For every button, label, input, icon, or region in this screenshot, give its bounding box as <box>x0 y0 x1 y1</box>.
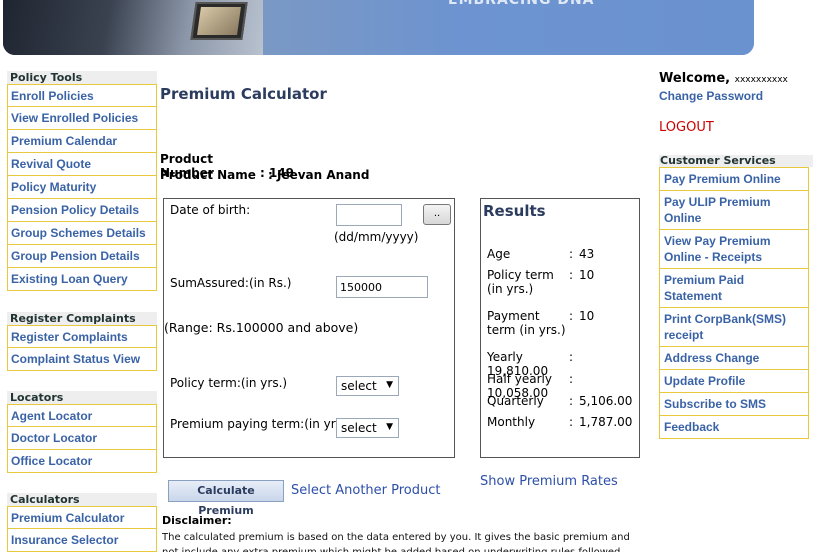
results-title: Results <box>483 202 546 220</box>
nav-item-view-enrolled[interactable]: View Enrolled Policies <box>7 107 157 130</box>
nav-item-subscribe-sms[interactable]: Subscribe to SMS <box>659 393 809 416</box>
nav-item-register-complaints[interactable]: Register Complaints <box>7 325 157 348</box>
nav-heading: Register Complaints <box>7 312 157 325</box>
nav-heading: Calculators <box>7 493 157 506</box>
nav-item-office-locator[interactable]: Office Locator <box>7 450 157 473</box>
result-row-age: Age:43 <box>487 247 595 261</box>
nav-item-pension-policy[interactable]: Pension Policy Details <box>7 199 157 222</box>
logout-link[interactable]: LOGOUT <box>659 120 714 135</box>
select-another-product-link[interactable]: Select Another Product <box>291 483 441 498</box>
sum-assured-input[interactable] <box>336 276 428 298</box>
policy-term-value: select <box>341 379 377 393</box>
premium-term-select[interactable]: select ▼ <box>336 418 399 438</box>
premium-term-label: Premium paying term:(in yrs.) <box>170 417 351 431</box>
policy-term-select[interactable]: select ▼ <box>336 376 399 396</box>
nav-item-view-pay-receipts[interactable]: View Pay Premium Online - Receipts <box>659 230 809 269</box>
nav-item-print-corpbank-receipt[interactable]: Print CorpBank(SMS) receipt <box>659 308 809 347</box>
nav-item-premium-calendar[interactable]: Premium Calendar <box>7 130 157 153</box>
product-name-value: : Jeevan Anand <box>268 168 370 182</box>
banner-band <box>263 0 754 55</box>
dob-label: Date of birth: <box>170 203 251 217</box>
nav-item-address-change[interactable]: Address Change <box>659 347 809 370</box>
laptop-image <box>190 2 248 40</box>
result-row-monthly: Monthly:1,787.00 <box>487 415 633 429</box>
customer-services-nav: Customer Services Pay Premium Online Pay… <box>659 155 813 439</box>
username: xxxxxxxxxx <box>734 75 788 85</box>
nav-item-revival-quote[interactable]: Revival Quote <box>7 153 157 176</box>
nav-section-complaints: Register Complaints Register Complaints … <box>7 312 157 371</box>
product-name-label: Product Name <box>160 168 256 182</box>
sum-range-note: (Range: Rs.100000 and above) <box>164 320 359 335</box>
product-name-row: Product Name : Jeevan Anand <box>160 168 369 182</box>
premium-term-value: select <box>341 421 377 435</box>
nav-item-insurance-selector[interactable]: Insurance Selector <box>7 529 157 552</box>
results-panel: Results Age:43 Policy term (in yrs.): 10 … <box>480 198 640 458</box>
nav-section-calculators: Calculators Premium Calculator Insurance… <box>7 493 157 552</box>
change-password-link[interactable]: Change Password <box>659 89 763 103</box>
disclaimer-heading: Disclaimer: <box>162 514 232 527</box>
nav-item-policy-maturity[interactable]: Policy Maturity <box>7 176 157 199</box>
disclaimer-text: The calculated premium is based on the d… <box>162 532 630 552</box>
nav-section-policy-tools: Policy Tools Enroll Policies View Enroll… <box>7 71 157 291</box>
nav-item-agent-locator[interactable]: Agent Locator <box>7 404 157 427</box>
chevron-down-icon: ▼ <box>386 380 393 390</box>
nav-heading: Policy Tools <box>7 71 157 84</box>
dob-format-hint: (dd/mm/yyyy) <box>334 230 419 244</box>
nav-item-complaint-status[interactable]: Complaint Status View <box>7 348 157 371</box>
nav-heading: Customer Services <box>659 155 813 167</box>
nav-section-locators: Locators Agent Locator Doctor Locator Of… <box>7 391 157 473</box>
banner-tagline: EMBRACING DNA <box>448 0 595 8</box>
nav-item-doctor-locator[interactable]: Doctor Locator <box>7 427 157 450</box>
result-row-policy-term: Policy term (in yrs.): 10 <box>487 268 595 296</box>
nav-item-premium-calculator[interactable]: Premium Calculator <box>7 506 157 529</box>
chevron-down-icon: ▼ <box>386 422 393 432</box>
calculator-form: Date of birth: .. (dd/mm/yyyy) SumAssure… <box>163 198 455 458</box>
nav-item-update-profile[interactable]: Update Profile <box>659 370 809 393</box>
nav-item-premium-paid-statement[interactable]: Premium Paid Statement <box>659 269 809 308</box>
nav-item-group-pension[interactable]: Group Pension Details <box>7 245 157 268</box>
show-premium-rates-link[interactable]: Show Premium Rates <box>480 474 618 489</box>
nav-item-pay-ulip-premium[interactable]: Pay ULIP Premium Online <box>659 191 809 230</box>
nav-item-enroll-policies[interactable]: Enroll Policies <box>7 84 157 107</box>
welcome-greeting: Welcome, xxxxxxxxxx <box>659 71 788 86</box>
policy-term-label: Policy term:(in yrs.) <box>170 376 288 390</box>
result-row-payment-term: Payment term (in yrs.): 10 <box>487 309 595 337</box>
nav-item-feedback[interactable]: Feedback <box>659 416 809 439</box>
nav-item-group-schemes[interactable]: Group Schemes Details <box>7 222 157 245</box>
page-title: Premium Calculator <box>160 85 327 103</box>
nav-item-pay-premium-online[interactable]: Pay Premium Online <box>659 167 809 191</box>
dob-input[interactable] <box>336 204 402 226</box>
nav-heading: Locators <box>7 391 157 404</box>
date-picker-button[interactable]: .. <box>423 204 451 225</box>
sum-assured-label: SumAssured:(in Rs.) <box>170 276 292 290</box>
nav-item-loan-query[interactable]: Existing Loan Query <box>7 268 157 291</box>
calculate-premium-button[interactable]: Calculate Premium <box>168 480 284 517</box>
result-row-quarterly: Quarterly:5,106.00 <box>487 394 633 408</box>
welcome-label: Welcome, <box>659 71 731 86</box>
header-banner: EMBRACING DNA <box>3 0 754 55</box>
